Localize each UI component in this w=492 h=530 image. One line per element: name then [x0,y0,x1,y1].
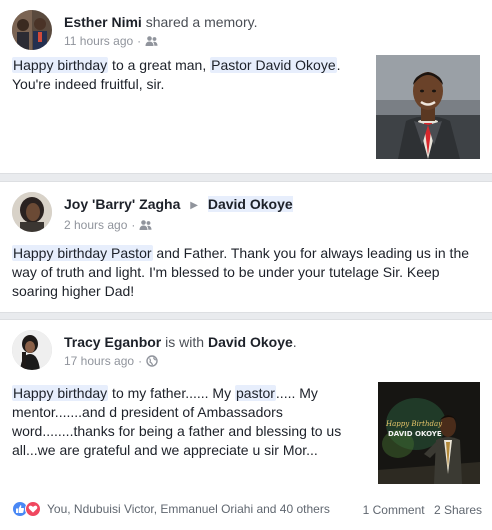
photo-caption: DAVID OKOYE [388,430,442,438]
post-photo[interactable] [376,55,480,159]
news-feed: Esther Nimi shared a memory. 11 hours ag… [0,0,492,530]
post-author[interactable]: Joy 'Barry' Zagha [64,196,180,212]
with-label: is with [165,334,205,350]
hashtag-highlight[interactable]: Happy birthday [12,385,109,401]
post-text: Happy birthday Pastor and Father. Thank … [12,245,470,299]
hashtag-highlight[interactable]: pastor [235,385,276,401]
post-header: Joy 'Barry' Zagha ▶ David Okoye 2 hours … [12,192,293,234]
comments-count[interactable]: 1 Comment [363,503,425,517]
post-card: Joy 'Barry' Zagha ▶ David Okoye 2 hours … [0,181,492,313]
post-target[interactable]: David Okoye [207,196,293,212]
love-icon[interactable] [25,501,41,517]
reactions-bar[interactable]: You, Ndubuisi Victor, Emmanuel Oriahi an… [12,501,330,517]
avatar[interactable] [12,330,52,370]
post-text: Happy birthday to my father...... My pas… [12,385,342,458]
friends-icon[interactable] [139,219,152,231]
engagement-counts: 1 Comment 2 Shares [363,503,482,517]
reaction-names[interactable]: You, Ndubuisi Victor, Emmanuel Oriahi an… [47,502,330,516]
post-card: Tracy Eganbor is with David Okoye. 17 ho… [0,319,492,530]
post-header: Esther Nimi shared a memory. 11 hours ag… [12,10,257,52]
avatar[interactable] [12,10,52,50]
globe-icon[interactable] [146,355,158,367]
post-timestamp[interactable]: 11 hours ago [64,33,133,49]
post-timestamp[interactable]: 2 hours ago [64,217,127,233]
hashtag-highlight[interactable]: Happy birthday [12,57,109,73]
shares-count[interactable]: 2 Shares [434,503,482,517]
post-action: shared a memory. [145,14,258,30]
tagged-person[interactable]: David Okoye [208,334,293,350]
mention-link[interactable]: Pastor David Okoye [210,57,337,73]
post-header: Tracy Eganbor is with David Okoye. 17 ho… [12,330,297,372]
post-author[interactable]: Tracy Eganbor [64,334,161,350]
post-card: Esther Nimi shared a memory. 11 hours ag… [0,0,492,174]
friends-icon[interactable] [145,35,158,47]
play-arrow-icon: ▶ [190,200,198,211]
avatar[interactable] [12,192,52,232]
post-photo[interactable]: Happy Birthday DAVID OKOYE [378,382,480,484]
photo-caption: Happy Birthday [385,420,443,428]
post-text: Happy birthday to a great man, Pastor Da… [12,57,341,92]
post-author[interactable]: Esther Nimi [64,14,142,30]
hashtag-highlight[interactable]: Happy birthday Pastor [12,245,153,261]
post-timestamp[interactable]: 17 hours ago [64,353,134,369]
